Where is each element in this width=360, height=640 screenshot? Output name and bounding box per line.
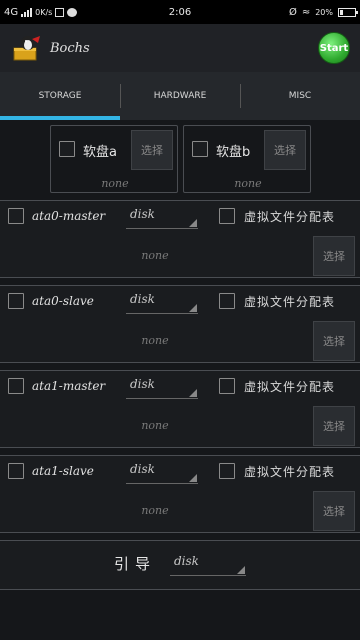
ata0-slave-path: none	[141, 334, 169, 347]
battery-percent: 20%	[315, 7, 333, 17]
tab-hardware[interactable]: HARDWARE	[120, 72, 240, 120]
wifi-icon: ≈	[301, 6, 311, 18]
action-bar: Bochs Start	[0, 24, 360, 72]
ata1-slave-path: none	[141, 504, 169, 517]
floppy-b-checkbox[interactable]	[192, 141, 208, 157]
floppy-a-pick-button[interactable]: 选择	[131, 130, 173, 170]
ata0-slave-pick-button[interactable]: 选择	[313, 321, 355, 361]
boot-label: 引导	[114, 555, 157, 573]
ata1-master-label: ata1-master	[32, 379, 106, 393]
ata0-master-path: none	[141, 249, 169, 262]
bochs-logo-icon	[12, 33, 42, 63]
ata1-slave-pick-button[interactable]: 选择	[313, 491, 355, 531]
ata1-slave-type-dropdown[interactable]: disk	[126, 462, 198, 484]
ata0-master-type-dropdown[interactable]: disk	[126, 207, 198, 229]
floppy-b-pick-button[interactable]: 选择	[264, 130, 306, 170]
mute-icon: Ø	[288, 6, 297, 18]
disk-panel-ata1-slave: ata1-slave disk 虚拟文件分配表 none 选择	[0, 455, 360, 533]
floppy-b-box: 软盘b 选择 none	[183, 125, 311, 193]
status-bar: 4G 0K/s 2:06 Ø ≈ 20%	[0, 0, 360, 24]
tab-misc[interactable]: MISC	[240, 72, 360, 120]
floppy-b-path: none	[234, 177, 262, 190]
ata0-master-label: ata0-master	[32, 209, 106, 223]
ata1-master-vfat-label: 虚拟文件分配表	[244, 380, 336, 394]
app-title: Bochs	[50, 40, 90, 56]
start-button[interactable]: Start	[318, 32, 350, 64]
ata0-master-vfat-checkbox[interactable]	[219, 208, 235, 224]
disk-panel-ata0-master: ata0-master disk 虚拟文件分配表 none 选择	[0, 200, 360, 278]
battery-icon	[338, 7, 358, 17]
signal-icon	[21, 7, 33, 17]
ata1-slave-vfat-label: 虚拟文件分配表	[244, 465, 336, 479]
ata0-slave-vfat-label: 虚拟文件分配表	[244, 295, 336, 309]
notification-icon	[55, 7, 65, 17]
tab-bar: STORAGE HARDWARE MISC	[0, 72, 360, 120]
floppy-a-path: none	[101, 177, 129, 190]
ata1-master-vfat-checkbox[interactable]	[219, 378, 235, 394]
tab-storage[interactable]: STORAGE	[0, 72, 120, 120]
ata1-master-pick-button[interactable]: 选择	[313, 406, 355, 446]
message-icon	[67, 7, 78, 17]
boot-panel: 引导 disk	[0, 540, 360, 590]
ata0-master-pick-button[interactable]: 选择	[313, 236, 355, 276]
floppy-a-label: 软盘a	[83, 145, 117, 160]
ata1-slave-label: ata1-slave	[32, 464, 94, 478]
ata0-slave-checkbox[interactable]	[8, 293, 24, 309]
floppy-a-checkbox[interactable]	[59, 141, 75, 157]
disk-panel-ata0-slave: ata0-slave disk 虚拟文件分配表 none 选择	[0, 285, 360, 363]
ata0-slave-vfat-checkbox[interactable]	[219, 293, 235, 309]
ata0-slave-type-dropdown[interactable]: disk	[126, 292, 198, 314]
floppy-a-box: 软盘a 选择 none	[50, 125, 178, 193]
network-type: 4G	[4, 6, 19, 18]
ata1-master-checkbox[interactable]	[8, 378, 24, 394]
disk-panel-ata1-master: ata1-master disk 虚拟文件分配表 none 选择	[0, 370, 360, 448]
boot-dropdown[interactable]: disk	[170, 554, 246, 576]
ata1-slave-checkbox[interactable]	[8, 463, 24, 479]
ata1-master-type-dropdown[interactable]: disk	[126, 377, 198, 399]
floppy-b-label: 软盘b	[216, 145, 251, 160]
ata1-slave-vfat-checkbox[interactable]	[219, 463, 235, 479]
ata0-master-checkbox[interactable]	[8, 208, 24, 224]
ata1-master-path: none	[141, 419, 169, 432]
network-speed: 0K/s	[35, 7, 53, 17]
ata0-slave-label: ata0-slave	[32, 294, 94, 308]
ata0-master-vfat-label: 虚拟文件分配表	[244, 210, 336, 224]
